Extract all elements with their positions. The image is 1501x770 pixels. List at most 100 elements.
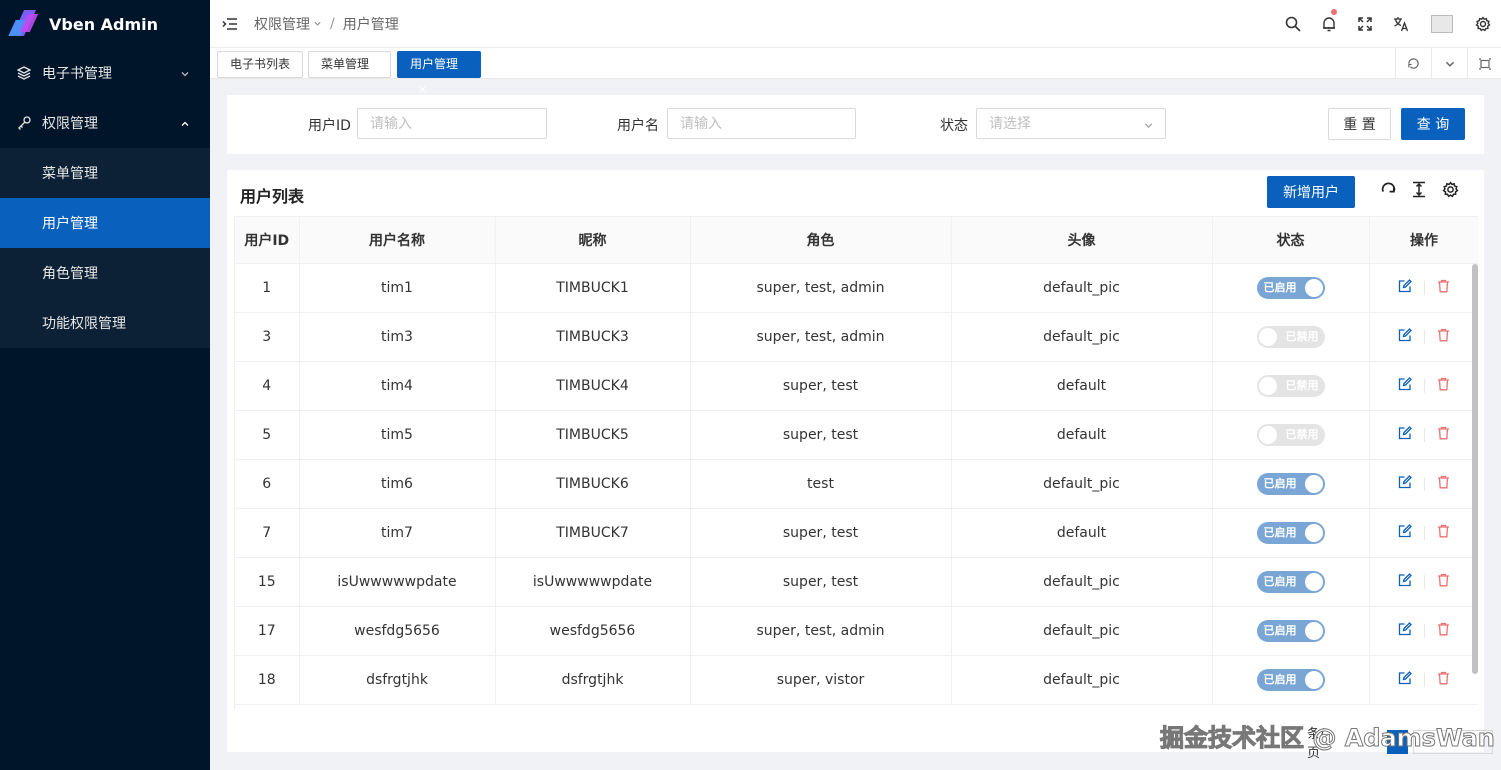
refresh-icon[interactable] (1378, 179, 1398, 199)
logo[interactable]: Vben Admin (0, 0, 210, 48)
table-title: 用户列表 (240, 187, 305, 206)
edit-icon[interactable] (1398, 622, 1412, 640)
edit-icon[interactable] (1398, 524, 1412, 542)
add-user-button[interactable]: 新增用户 (1267, 176, 1355, 208)
table-row: 15 isUwwwwwpdate isUwwwwwpdate super, test d… (235, 557, 1479, 607)
column-header-roles[interactable]: 角色 (690, 216, 952, 264)
notification-dot (1331, 9, 1337, 15)
cell-actions (1369, 263, 1478, 313)
cell-username: dsfrgtjhk (299, 655, 496, 705)
delete-icon[interactable] (1437, 377, 1450, 395)
delete-icon[interactable] (1437, 279, 1450, 297)
status-select[interactable] (976, 108, 1166, 139)
row-actions (1370, 573, 1479, 591)
edit-icon[interactable] (1398, 671, 1412, 689)
edit-icon[interactable] (1398, 573, 1412, 591)
row-actions (1370, 426, 1479, 444)
edit-icon[interactable] (1398, 475, 1412, 493)
sidebar-item-permission[interactable]: 权限管理 (0, 98, 210, 148)
sidebar: Vben Admin 电子书管理 权限管理 菜单管理 用户管理 角色管理 功能权… (0, 0, 210, 770)
status-label: 状态 (940, 118, 968, 134)
cell-status: 已启用 (1212, 655, 1370, 705)
status-switch[interactable]: 已启用 (1256, 620, 1325, 642)
edit-icon[interactable] (1398, 279, 1412, 297)
switch-label: 已禁用 (1285, 379, 1319, 392)
delete-icon[interactable] (1437, 573, 1450, 591)
delete-icon[interactable] (1437, 426, 1450, 444)
maximize-icon[interactable] (1467, 48, 1501, 79)
row-actions (1370, 622, 1479, 640)
user-id-input[interactable] (357, 108, 547, 139)
tab-user-manage[interactable]: 用户管理× (397, 51, 481, 96)
status-switch[interactable]: 已启用 (1256, 522, 1325, 544)
tab-menu-manage[interactable]: 菜单管理 (308, 51, 391, 78)
username-input[interactable] (667, 108, 856, 139)
column-header-id[interactable]: 用户ID (235, 216, 300, 264)
delete-icon[interactable] (1437, 622, 1450, 640)
status-switch[interactable]: 已禁用 (1256, 424, 1325, 446)
sidebar-item-user-manage[interactable]: 用户管理 (0, 198, 210, 248)
gear-icon[interactable] (1440, 179, 1460, 199)
status-switch[interactable]: 已启用 (1256, 669, 1325, 691)
edit-icon[interactable] (1398, 426, 1412, 444)
column-header-avatar[interactable]: 头像 (951, 216, 1213, 264)
username-label: 用户名 (617, 118, 659, 134)
column-header-status[interactable]: 状态 (1212, 216, 1370, 264)
query-button[interactable]: 查 询 (1401, 108, 1465, 140)
avatar[interactable] (1431, 15, 1453, 33)
delete-icon[interactable] (1437, 671, 1450, 689)
search-icon[interactable] (1275, 0, 1311, 48)
status-switch[interactable]: 已禁用 (1256, 375, 1325, 397)
column-header-actions[interactable]: 操作 (1369, 216, 1478, 264)
cell-avatar: default_pic (951, 557, 1213, 607)
bell-icon[interactable] (1311, 0, 1347, 48)
status-switch[interactable]: 已启用 (1256, 571, 1325, 593)
chevron-down-icon[interactable] (1431, 48, 1467, 79)
cell-roles: super, test (690, 410, 952, 460)
cell-id: 7 (235, 508, 300, 558)
status-switch[interactable]: 已启用 (1256, 277, 1325, 299)
translate-icon[interactable] (1383, 0, 1419, 48)
row-actions (1370, 671, 1479, 689)
refresh-icon[interactable] (1395, 48, 1431, 79)
delete-icon[interactable] (1437, 475, 1450, 493)
watermark: 掘金技术社区 @ AdamsWan (1160, 724, 1496, 753)
column-header-nickname[interactable]: 昵称 (495, 216, 691, 264)
switch-label: 已禁用 (1285, 428, 1319, 441)
menu-fold-icon[interactable] (222, 17, 238, 31)
delete-icon[interactable] (1437, 524, 1450, 542)
status-switch[interactable]: 已禁用 (1256, 326, 1325, 348)
table-row: 5 tim5 TIMBUCK5 super, test default 已禁用 (235, 410, 1479, 460)
cell-username: isUwwwwwpdate (299, 557, 496, 607)
switch-knob (1304, 475, 1323, 493)
sidebar-item-menu-manage[interactable]: 菜单管理 (0, 148, 210, 198)
action-divider (1424, 526, 1425, 540)
action-divider (1424, 281, 1425, 295)
cell-status: 已启用 (1212, 606, 1370, 656)
status-switch[interactable]: 已启用 (1256, 473, 1325, 495)
vertical-scrollbar[interactable] (1472, 264, 1478, 674)
sidebar-item-ebook[interactable]: 电子书管理 (0, 48, 210, 98)
sidebar-item-role-manage[interactable]: 角色管理 (0, 248, 210, 298)
cell-avatar: default_pic (951, 263, 1213, 313)
column-header-username[interactable]: 用户名称 (299, 216, 496, 264)
sidebar-item-function-permission[interactable]: 功能权限管理 (0, 298, 210, 348)
edit-icon[interactable] (1398, 377, 1412, 395)
tab-ebook-list[interactable]: 电子书列表 (217, 51, 303, 78)
cell-id: 3 (235, 312, 300, 362)
sidebar-item-label: 用户管理 (42, 216, 98, 232)
reset-button[interactable]: 重 置 (1328, 108, 1391, 140)
cell-nickname: TIMBUCK1 (495, 263, 691, 313)
cell-avatar: default (951, 410, 1213, 460)
breadcrumb-item-permission[interactable]: 权限管理 (254, 14, 310, 34)
edit-icon[interactable] (1398, 328, 1412, 346)
cell-nickname: TIMBUCK4 (495, 361, 691, 411)
cell-id: 6 (235, 459, 300, 509)
cell-roles: test (690, 459, 952, 509)
fullscreen-icon[interactable] (1347, 0, 1383, 48)
gear-icon[interactable] (1465, 0, 1501, 48)
action-divider (1424, 379, 1425, 393)
column-height-icon[interactable] (1409, 179, 1429, 199)
cell-avatar: default_pic (951, 459, 1213, 509)
delete-icon[interactable] (1437, 328, 1450, 346)
